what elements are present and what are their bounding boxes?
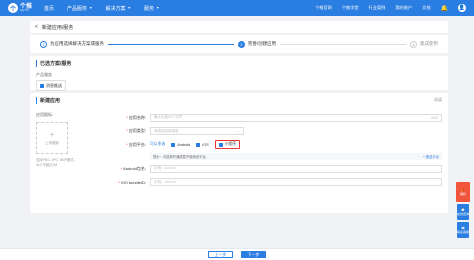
checkbox-checked-icon [218,142,223,147]
chevron-down-icon: ▼ [156,6,160,10]
checkbox-checked-icon [171,142,176,147]
nav-cases[interactable]: 行业案例 [369,5,386,11]
app-type-select[interactable]: 请选择应用类型 ⌄ [150,127,244,136]
field-row-type: * 应用类型: 请选择应用类型 ⌄ [108,126,442,137]
logo-mark-icon: 个 [8,3,18,13]
prev-button[interactable]: 上一步 [208,251,233,258]
chevron-down-icon: ▼ [127,6,131,10]
service-chip-push: 消息推送 [36,80,66,91]
step-1: 1 为应用选择解决方案或服务 [40,40,104,48]
platform-label: 应用平台: [128,141,146,147]
page-header: < 新建应用/服务 [30,21,448,33]
nav-solutions[interactable]: 解决方案 ▼ [106,5,131,12]
char-count: 0/32 [431,115,438,120]
logo-sub: GETUI [20,8,30,12]
platform-options: 可以多选 Android iOS 小程序 [150,140,241,150]
multi-select-hint: 可以多选 [150,142,166,147]
new-app-form: 应用图标: + 上传图标 支持PNG, JPG, BMP格式，大小不超过1M *… [36,112,442,191]
next-button[interactable]: 下一步 [241,251,266,258]
android-checkbox[interactable]: Android [171,142,190,147]
step-3: 3 集成使用 [410,40,438,48]
footer-actions: 上一步 下一步 [0,249,474,260]
ios-bundle-input[interactable]: 示例：com.xx [150,178,442,187]
optional-tag: 选填 [434,97,442,102]
consult-widget[interactable]: 💬 在线咨询 [457,204,469,220]
chevron-down-icon: ⌄ [237,129,240,134]
nav-services[interactable]: 服务 ▼ [144,5,159,12]
step-connector [108,43,234,45]
upload-hint: 支持PNG, JPG, BMP格式，大小不超过1M [36,158,77,167]
platform-notice-row: 提示：可选择开通或暂不使用该平台 + 推送平台 [108,153,442,161]
checkbox-checked-icon [196,142,201,147]
main-content: < 新建应用/服务 1 为应用选择解决方案或服务 2 完善/创建应用 3 集成使… [30,21,448,213]
nav-home[interactable]: 首页 [44,5,54,12]
service-chip-label: 消息推送 [46,82,62,88]
step-2-number: 2 [237,40,245,48]
nav-official-site[interactable]: 个推官网 [315,5,332,11]
step-2-label: 完善/创建应用 [247,41,277,46]
ios-checkbox[interactable]: iOS [196,142,209,147]
service-widget[interactable]: ☎ 联系客服 [457,222,469,238]
section-title: 新建应用 选填 [36,97,442,104]
ios-bundle-label: iOS bundleID: [121,179,146,185]
service-category-label: 产品服务 [36,72,52,77]
push-icon [40,83,44,88]
nav-account[interactable]: 我的账户 [395,5,412,11]
gift-widget[interactable]: 🎁 福利 [456,182,470,202]
app-name-input[interactable]: 最大长度32个字符 0/32 [150,113,442,122]
step-connector [280,43,406,45]
section-title: 已选方案/服务 [36,60,442,67]
field-row-platform: * 应用平台: 可以多选 Android iOS 小程序 [108,139,442,150]
add-platform-link[interactable]: + 推送平台 [423,154,439,159]
icon-upload[interactable]: + 上传图标 [36,122,68,154]
android-package-input[interactable]: 示例：com.xx [150,164,442,173]
step-3-label: 集成使用 [420,41,438,46]
android-package-label: Android包名: [123,165,146,171]
user-avatar-icon[interactable]: 👤 [458,4,466,12]
stepper: 1 为应用选择解决方案或服务 2 完善/创建应用 3 集成使用 [30,35,448,53]
nav-products[interactable]: 产品服务 ▼ [67,5,92,12]
bell-icon[interactable]: 🔔 [441,5,448,12]
field-row-android: * Android包名: 示例：com.xx [108,163,442,174]
main-nav: 首页 产品服务 ▼ 解决方案 ▼ 服务 ▼ [44,5,159,12]
new-app-section: 新建应用 选填 应用图标: + 上传图标 支持PNG, JPG, BMP格式，大… [30,93,448,213]
platform-notice: 提示：可选择开通或暂不使用该平台 + 推送平台 [150,153,442,161]
field-row-ios: * iOS bundleID: 示例：com.xx [108,177,442,188]
back-arrow-icon[interactable]: < [35,24,38,30]
field-row-name: * 应用名称: 最大长度32个字符 0/32 [108,112,442,123]
step-2: 2 完善/创建应用 [237,40,277,48]
app-type-label: 应用类型: [128,128,146,134]
miniprogram-checkbox[interactable]: 小程序 [214,140,241,150]
plus-icon: + [49,129,55,139]
chevron-down-icon: ▼ [89,6,93,10]
side-widgets: 🎁 福利 💬 在线咨询 ☎ 联系客服 [456,182,470,238]
step-3-number: 3 [410,40,417,48]
nav-docs[interactable]: 文档 [422,5,430,11]
selected-services-section: 已选方案/服务 产品服务 消息推送 [30,56,448,91]
page-title: 新建应用/服务 [41,24,74,31]
step-1-label: 为应用选择解决方案或服务 [50,41,104,46]
nav-academy[interactable]: 个推学堂 [342,5,359,11]
right-nav: 个推官网 个推学堂 行业案例 我的账户 文档 🔔 👤 [315,4,466,12]
step-1-number: 1 [40,40,47,48]
app-name-label: 应用名称: [128,114,146,120]
icon-label: 应用图标: [36,112,54,117]
upload-text: 上传图标 [45,140,59,145]
top-nav-bar: 个 个推 GETUI 首页 产品服务 ▼ 解决方案 ▼ 服务 ▼ 个推官网 个推学堂 … [0,0,474,16]
brand-logo[interactable]: 个 个推 GETUI [8,3,32,13]
